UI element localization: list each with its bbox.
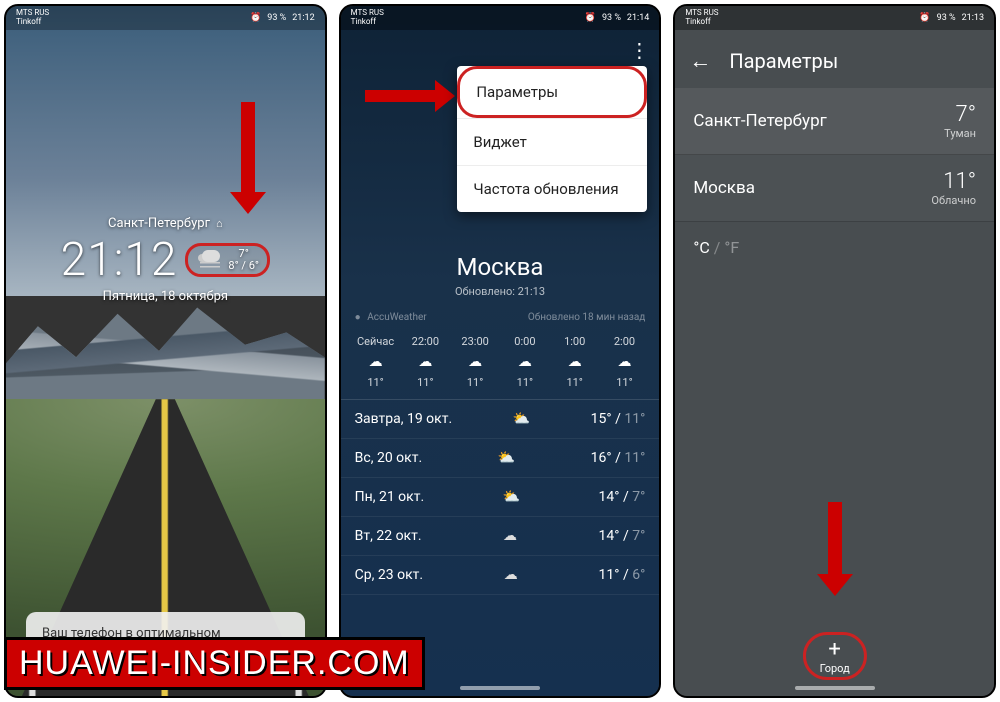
menu-item-settings[interactable]: Параметры <box>457 66 647 118</box>
cloud-icon: ☁ <box>400 354 450 370</box>
weather-capsule-highlight[interactable]: 7° 8° / 6° <box>185 243 270 277</box>
city-name: Москва <box>693 178 755 198</box>
hour-col: 2:00☁11° <box>600 335 650 389</box>
bullet-icon: ● <box>355 312 361 323</box>
forecast-row: Вс, 20 окт. ⛅ 16° / 11° <box>341 439 660 478</box>
add-city-button[interactable]: + Город <box>803 632 867 680</box>
annotation-arrow-down <box>817 502 853 596</box>
partly-cloudy-icon: ⛅ <box>503 489 520 505</box>
cloud-icon: ☁ <box>450 354 500 370</box>
clock-label: 21:13 <box>962 13 984 23</box>
alarm-icon: ⏰ <box>585 13 596 23</box>
phone-settings: MTS RUS Tinkoff ⏰ 93 % 21:13 ← Параметры… <box>673 4 996 698</box>
alarm-icon: ⏰ <box>250 13 261 23</box>
hour-col: 23:00☁11° <box>450 335 500 389</box>
back-arrow-icon[interactable]: ← <box>689 48 711 74</box>
status-bar: MTS RUS Tinkoff ⏰ 93 % 21:13 <box>675 6 994 30</box>
hourly-forecast[interactable]: Сейчас☁11° 22:00☁11° 23:00☁11° 0:00☁11° … <box>341 329 660 399</box>
city-row[interactable]: Москва 11° Облачно <box>675 155 994 222</box>
widget-time: 21:12 <box>61 233 178 287</box>
widget-date: Пятница, 18 октября <box>6 289 325 304</box>
add-city-label: Город <box>820 662 850 675</box>
forecast-row: Пн, 21 окт. ⛅ 14° / 7° <box>341 478 660 517</box>
updated-ago: Обновлено 18 мин назад <box>528 312 645 323</box>
hour-col: 0:00☁11° <box>500 335 550 389</box>
hour-col: 22:00☁11° <box>400 335 450 389</box>
city-name: Санкт-Петербург <box>693 111 826 131</box>
clock-weather-widget[interactable]: Санкт-Петербург ⌂ 21:12 7° 8° / 6° Пятни… <box>6 216 325 304</box>
watermark-label: HUAWEI-INSIDER.COM <box>4 637 425 690</box>
phone-weather-app: MTS RUS Tinkoff ⏰ 93 % 21:14 ⋮ Параметры… <box>339 4 662 698</box>
battery-label: 93 % <box>937 13 956 23</box>
phone-lockscreen: MTS RUS Tinkoff ⏰ 93 % 21:12 Санкт-Петер… <box>4 4 327 698</box>
partly-cloudy-icon: ⛅ <box>498 450 515 466</box>
hour-col: 1:00☁11° <box>550 335 600 389</box>
operator-label: Tinkoff <box>16 18 49 27</box>
menu-item-widget[interactable]: Виджет <box>457 119 647 165</box>
city-row[interactable]: Санкт-Петербург 7° Туман <box>675 88 994 155</box>
cloud-icon: ☁ <box>503 528 517 544</box>
cloud-icon: ☁ <box>600 354 650 370</box>
city-condition: Облачно <box>931 194 976 207</box>
operator-label: Tinkoff <box>685 18 718 27</box>
city-temp: 7° <box>944 102 976 127</box>
city-condition: Туман <box>944 127 976 140</box>
forecast-row: Завтра, 19 окт. ⛅ 15° / 11° <box>341 400 660 439</box>
page-title: Параметры <box>729 49 838 73</box>
widget-city: Санкт-Петербург <box>108 216 210 231</box>
battery-label: 93 % <box>267 13 286 23</box>
daily-forecast[interactable]: Завтра, 19 окт. ⛅ 15° / 11° Вс, 20 окт. … <box>341 399 660 595</box>
status-bar: MTS RUS Tinkoff ⏰ 93 % 21:12 <box>6 6 325 30</box>
cloud-icon: ☁ <box>500 354 550 370</box>
plus-icon: + <box>820 639 850 661</box>
partly-cloudy-icon: ⛅ <box>513 411 530 427</box>
temperature-unit-toggle[interactable]: °C/°F <box>675 222 994 273</box>
nav-gesture-bar[interactable] <box>795 686 875 690</box>
fog-icon <box>196 250 224 270</box>
status-bar: MTS RUS Tinkoff ⏰ 93 % 21:14 <box>341 6 660 30</box>
menu-item-refresh-rate[interactable]: Частота обновления <box>457 166 647 212</box>
cloud-icon: ☁ <box>504 567 518 583</box>
overflow-menu-button[interactable]: ⋮ <box>627 38 651 62</box>
temp-range: 8° / 6° <box>228 260 259 272</box>
weather-city: Москва <box>341 253 660 281</box>
forecast-row: Ср, 23 окт. ☁ 11° / 6° <box>341 556 660 595</box>
city-temp: 11° <box>931 169 976 194</box>
overflow-dropdown: Параметры Виджет Частота обновления <box>457 66 647 212</box>
annotation-arrow-down <box>230 102 266 214</box>
annotation-arrow-right <box>365 80 455 112</box>
clock-label: 21:14 <box>627 13 649 23</box>
home-icon: ⌂ <box>216 217 223 230</box>
weather-updated: Обновлено: 21:13 <box>341 285 660 298</box>
cloud-icon: ☁ <box>550 354 600 370</box>
battery-label: 93 % <box>602 13 621 23</box>
hour-col: Сейчас☁11° <box>351 335 401 389</box>
forecast-row: Вт, 22 окт. ☁ 14° / 7° <box>341 517 660 556</box>
operator-label: Tinkoff <box>351 18 384 27</box>
nav-gesture-bar[interactable] <box>460 686 540 690</box>
cloud-icon: ☁ <box>351 354 401 370</box>
unit-celsius: °C <box>693 238 709 257</box>
alarm-icon: ⏰ <box>919 13 930 23</box>
unit-fahrenheit: °F <box>724 238 739 257</box>
source-label: AccuWeather <box>367 312 426 323</box>
clock-label: 21:12 <box>292 13 314 23</box>
